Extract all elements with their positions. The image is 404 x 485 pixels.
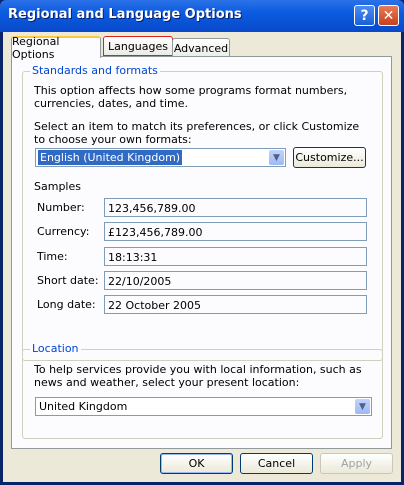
apply-button[interactable]: Apply: [320, 453, 393, 474]
tab-regional-options[interactable]: Regional Options: [11, 35, 101, 61]
sample-time-value: 18:13:31: [108, 251, 158, 264]
sample-currency-field: £123,456,789.00: [104, 222, 367, 241]
ok-button[interactable]: OK: [160, 453, 233, 474]
format-dropdown[interactable]: English (United Kingdom) ▼: [35, 148, 286, 167]
sample-number-field: 123,456,789.00: [104, 198, 367, 217]
tab-panel: Standards and formats This option affect…: [11, 56, 392, 449]
standards-legend: Standards and formats: [30, 64, 160, 77]
tab-label: Advanced: [173, 42, 229, 55]
help-icon: ?: [360, 7, 369, 24]
tab-label: Languages: [107, 39, 169, 53]
samples-heading: Samples: [34, 180, 81, 193]
sample-label-long-date: Long date:: [37, 298, 96, 311]
sample-short-date-value: 22/10/2005: [108, 275, 172, 288]
close-icon: ✕: [382, 7, 395, 24]
sample-long-date-value: 22 October 2005: [108, 299, 202, 312]
tab-languages[interactable]: Languages: [103, 36, 173, 56]
tab-advanced[interactable]: Advanced: [172, 38, 230, 58]
sample-time-field: 18:13:31: [104, 247, 367, 266]
title-bar[interactable]: Regional and Language Options ? ✕: [0, 0, 404, 32]
sample-label-short-date: Short date:: [37, 274, 99, 287]
sample-label-time: Time:: [37, 250, 68, 263]
sample-label-number: Number:: [37, 201, 85, 214]
sample-long-date-field: 22 October 2005: [104, 295, 367, 314]
chevron-down-icon[interactable]: ▼: [269, 150, 284, 165]
standards-description: This option affects how some programs fo…: [34, 84, 348, 110]
help-button[interactable]: ?: [354, 5, 375, 26]
sample-currency-value: £123,456,789.00: [108, 226, 203, 239]
chevron-down-icon[interactable]: ▼: [355, 399, 370, 414]
customize-button[interactable]: Customize...: [293, 147, 366, 168]
sample-short-date-field: 22/10/2005: [104, 271, 367, 290]
window-title: Regional and Language Options: [8, 7, 242, 22]
dialog-client: Regional Options Languages Advanced Stan…: [3, 32, 401, 482]
location-description: To help services provide you with local …: [34, 363, 362, 389]
close-button[interactable]: ✕: [378, 5, 399, 26]
sample-label-currency: Currency:: [37, 225, 90, 238]
location-dropdown-value: United Kingdom: [39, 400, 128, 413]
location-dropdown[interactable]: United Kingdom ▼: [35, 397, 372, 416]
tab-label: Regional Options: [12, 35, 60, 61]
cancel-button[interactable]: Cancel: [240, 453, 313, 474]
format-instruction: Select an item to match its preferences,…: [34, 120, 360, 146]
format-dropdown-value: English (United Kingdom): [38, 150, 183, 165]
dialog-window: Regional and Language Options ? ✕ Region…: [0, 0, 404, 485]
sample-number-value: 123,456,789.00: [108, 202, 196, 215]
location-legend: Location: [30, 342, 81, 355]
